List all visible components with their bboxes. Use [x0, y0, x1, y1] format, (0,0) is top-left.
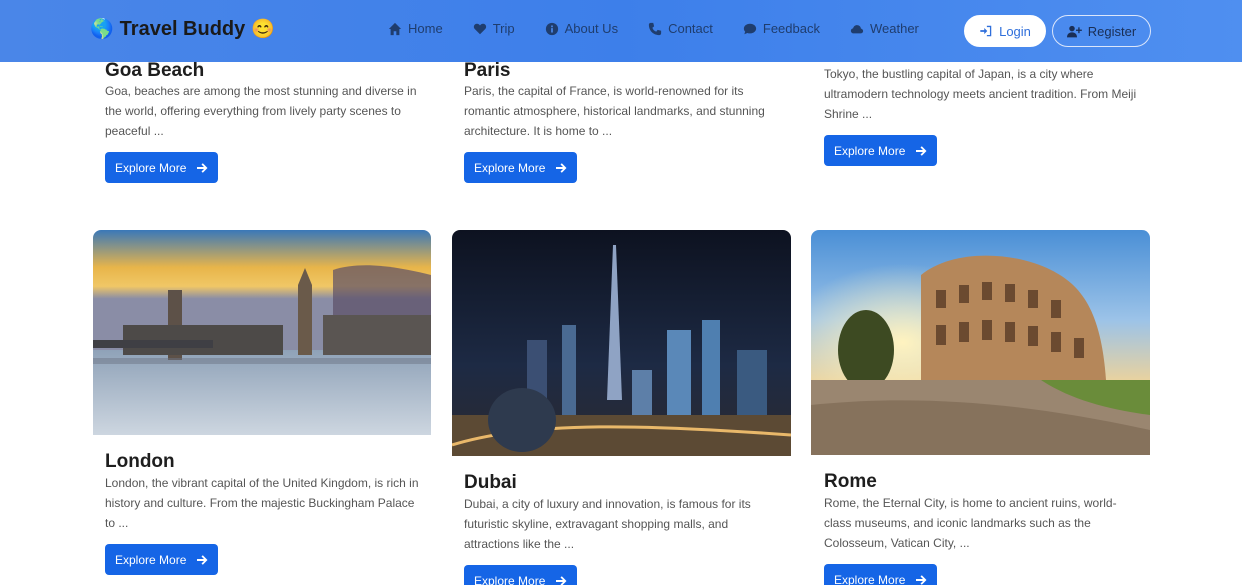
nav-home[interactable]: Home: [388, 21, 443, 36]
nav-contact[interactable]: Contact: [648, 21, 713, 36]
explore-more-button[interactable]: Explore More: [824, 564, 938, 585]
explore-label: Explore More: [474, 573, 546, 585]
card-title: Paris: [464, 60, 511, 81]
nav-links: Home Trip About Us Contact Feedback Weat…: [388, 21, 949, 36]
card-text: London, the vibrant capital of the Unite…: [105, 476, 419, 530]
info-icon: [545, 22, 558, 35]
explore-more-button[interactable]: Explore More: [105, 152, 219, 183]
arrow-right-icon: [916, 145, 927, 156]
card-title: Goa Beach: [105, 60, 205, 81]
nav-weather[interactable]: Weather: [850, 21, 919, 36]
nav-label: Home: [408, 21, 443, 36]
nav-label: Trip: [492, 21, 515, 36]
explore-label: Explore More: [834, 572, 906, 585]
explore-more-button[interactable]: Explore More: [105, 544, 219, 575]
london-image: [93, 230, 431, 435]
card-title: London: [105, 451, 175, 472]
home-icon: [388, 22, 402, 35]
card-text: Goa, beaches are among the most stunning…: [105, 84, 417, 138]
card-text: Dubai, a city of luxury and innovation, …: [464, 497, 751, 551]
navbar: 🌎 Travel Buddy 😊 Home Trip About Us Cont…: [0, 0, 1242, 62]
page: 🌎 Travel Buddy 😊 Home Trip About Us Cont…: [0, 0, 1242, 585]
nav-trip[interactable]: Trip: [473, 21, 515, 36]
rome-image: [811, 230, 1150, 455]
explore-label: Explore More: [115, 552, 187, 567]
explore-label: Explore More: [834, 143, 906, 158]
card-text: Tokyo, the bustling capital of Japan, is…: [824, 67, 1137, 121]
nav-label: Weather: [869, 21, 919, 36]
explore-more-button[interactable]: Explore More: [824, 135, 938, 166]
card-title: Rome: [824, 471, 877, 492]
explore-more-button[interactable]: Explore More: [464, 565, 578, 585]
register-label: Register: [1087, 23, 1137, 39]
phone-icon: [648, 22, 662, 35]
arrow-right-icon: [197, 162, 208, 173]
arrow-right-icon: [197, 554, 208, 565]
nav-label: About Us: [564, 21, 619, 36]
heart-icon: [473, 23, 486, 34]
nav-about[interactable]: About Us: [545, 21, 618, 36]
nav-feedback[interactable]: Feedback: [743, 21, 820, 36]
user-plus-icon: [1066, 25, 1082, 37]
card-text: Rome, the Eternal City, is home to ancie…: [824, 496, 1117, 550]
smile-icon: 😊: [251, 19, 275, 40]
explore-more-button[interactable]: Explore More: [464, 152, 578, 183]
arrow-right-icon: [556, 575, 567, 585]
cloud-icon: [850, 24, 864, 33]
explore-label: Explore More: [474, 160, 546, 175]
arrow-right-icon: [556, 162, 567, 173]
nav-label: Feedback: [762, 21, 820, 36]
sign-in-icon: [980, 25, 992, 37]
login-label: Login: [999, 23, 1031, 39]
arrow-right-icon: [916, 574, 927, 585]
login-button[interactable]: Login: [964, 15, 1046, 47]
brand-name: Travel Buddy: [119, 18, 246, 40]
explore-label: Explore More: [115, 160, 187, 175]
comment-icon: [743, 23, 757, 34]
dubai-image: [452, 230, 791, 456]
globe-icon: 🌎: [90, 19, 114, 40]
card-text: Paris, the capital of France, is world-r…: [464, 84, 765, 138]
brand[interactable]: 🌎 Travel Buddy 😊: [90, 18, 275, 41]
nav-label: Contact: [668, 21, 713, 36]
card-title: Dubai: [464, 472, 517, 493]
register-button[interactable]: Register: [1052, 15, 1151, 47]
